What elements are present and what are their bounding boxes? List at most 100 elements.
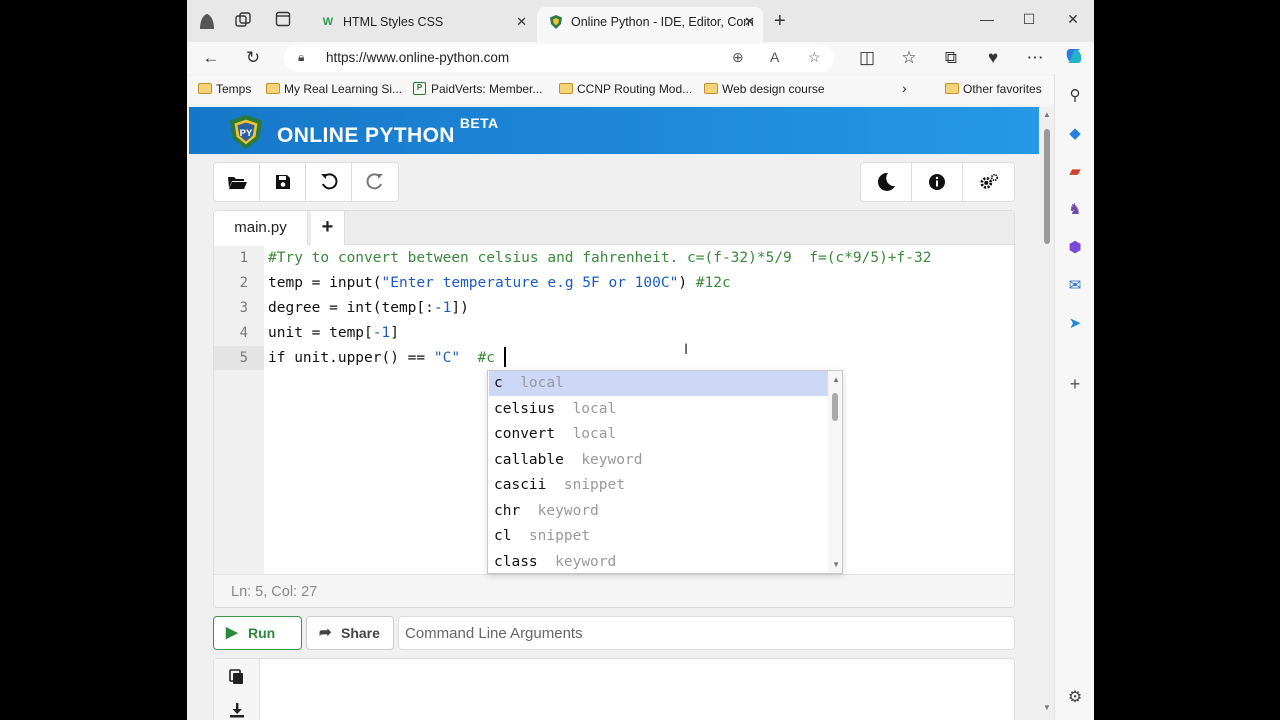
folder-icon [704, 83, 718, 94]
favorite-web-design[interactable]: Web design course [704, 82, 825, 96]
paidverts-icon: P [413, 82, 426, 95]
split-screen-icon[interactable]: ◫ [854, 46, 880, 70]
close-tab-icon[interactable]: ✕ [516, 7, 527, 37]
minimize-icon[interactable]: — [965, 6, 1009, 32]
undo-button[interactable] [306, 163, 352, 201]
info-button[interactable] [912, 163, 963, 201]
new-tab-icon[interactable]: + [774, 10, 786, 33]
favorite-paidverts[interactable]: P PaidVerts: Member... [413, 82, 542, 96]
copy-icon[interactable] [229, 669, 245, 685]
favorite-other[interactable]: Other favorites [945, 82, 1042, 96]
code-line-5[interactable]: if unit.upper() == "C" #c [268, 350, 495, 366]
text-cursor [504, 347, 506, 367]
scroll-up-arrow-icon[interactable]: ▲ [1043, 110, 1051, 119]
code-text: temp = input( [268, 275, 382, 291]
tab-main-py[interactable]: main.py [214, 211, 308, 245]
close-tab-icon[interactable]: ✕ [744, 7, 755, 37]
share-button[interactable]: ➦ Share [306, 616, 394, 650]
suggestion-kind: snippet [528, 528, 591, 544]
favorite-star-icon[interactable]: ☆ [808, 49, 821, 66]
page-scroll-thumb[interactable] [1044, 129, 1050, 244]
browser-essentials-icon[interactable]: ♥ [980, 46, 1006, 70]
tab-actions-icon[interactable] [273, 11, 293, 31]
page-scrollbar[interactable]: ▲ ▼ [1040, 107, 1054, 720]
line-gutter: 1 2 3 4 5 [214, 246, 264, 574]
collections-icon[interactable]: ⧉ [938, 46, 964, 70]
url-text[interactable]: https://www.online-python.com [326, 50, 509, 65]
autocomplete-item[interactable]: cl snippet [489, 524, 828, 549]
w3schools-icon: W [322, 16, 334, 28]
suggestion-name: convert [494, 426, 556, 442]
code-text: if unit.upper() == [268, 350, 434, 366]
copilot-icon[interactable] [1061, 46, 1087, 70]
more-menu-icon[interactable]: ⋯ [1022, 46, 1048, 70]
play-icon: ▶ [226, 624, 238, 641]
autocomplete-item[interactable]: callable keyword [489, 448, 828, 473]
read-aloud-icon[interactable]: A [770, 49, 779, 65]
code-text: degree = int(temp[: [268, 300, 434, 316]
add-sidebar-app-icon[interactable]: + [1065, 374, 1085, 394]
microsoft-365-icon[interactable]: ⬢ [1065, 238, 1085, 258]
back-icon[interactable]: ← [198, 46, 224, 70]
tools-briefcase-icon[interactable]: ▰ [1065, 162, 1085, 182]
editor-tabs: main.py + [214, 211, 1014, 245]
suggestion-name: callable [494, 451, 564, 468]
code-comment: #12c [695, 275, 731, 291]
code-string: "C" [433, 350, 461, 366]
favorites-icon[interactable]: ☆ [896, 46, 922, 70]
autocomplete-item[interactable]: class keyword [489, 550, 828, 574]
autocomplete-scrollbar[interactable]: ▲ ▼ [828, 371, 842, 573]
code-line-4[interactable]: unit = temp[-1] [268, 325, 399, 341]
favorites-overflow-chevron-icon[interactable]: › [902, 80, 907, 96]
download-icon[interactable] [229, 702, 245, 718]
refresh-icon[interactable]: ↻ [240, 46, 266, 70]
favorite-label: My Real Learning Si... [284, 82, 403, 96]
autocomplete-item[interactable]: celsius local [489, 397, 828, 422]
command-line-arguments-input[interactable] [398, 616, 1015, 650]
search-icon[interactable]: ⚲ [1065, 86, 1085, 106]
scroll-down-arrow-icon[interactable]: ▼ [832, 560, 840, 569]
outlook-icon[interactable]: ✉ [1065, 276, 1085, 296]
address-bar[interactable]: 🔒︎ https://www.online-python.com ⊕ A ☆ [284, 44, 834, 72]
workspaces-icon[interactable] [233, 11, 253, 31]
favorite-ccnp[interactable]: CCNP Routing Mod... [559, 82, 692, 96]
suggestion-name: cascii [494, 477, 547, 493]
games-icon[interactable]: ♞ [1065, 200, 1085, 220]
favorite-my-real-learning[interactable]: My Real Learning Si... [266, 82, 402, 96]
drop-send-icon[interactable]: ➤ [1065, 314, 1085, 334]
redo-button[interactable] [352, 163, 398, 201]
zoom-icon[interactable]: ⊕ [732, 49, 744, 66]
code-comment: #c [477, 350, 496, 366]
settings-button[interactable] [963, 163, 1014, 201]
code-comment: #Try to convert between celsius and fahr… [268, 250, 932, 266]
code-line-3[interactable]: degree = int(temp[:-1]) [268, 300, 469, 316]
tab-strip: W HTML Styles CSS ✕ Online Python - IDE,… [187, 0, 1094, 42]
dark-mode-button[interactable] [861, 163, 912, 201]
code-number: -1 [433, 300, 452, 316]
undo-icon [320, 173, 337, 190]
scroll-down-arrow-icon[interactable]: ▼ [1043, 703, 1051, 712]
autocomplete-item[interactable]: cascii snippet [489, 473, 828, 498]
maximize-icon[interactable]: ☐ [1007, 6, 1051, 32]
tab-online-python[interactable]: Online Python - IDE, Editor, Com ✕ [537, 7, 763, 42]
code-line-1[interactable]: #Try to convert between celsius and fahr… [268, 250, 931, 266]
autocomplete-item[interactable]: c local [489, 371, 828, 396]
profile-icon[interactable] [197, 11, 217, 31]
open-folder-button[interactable] [214, 163, 260, 201]
scroll-up-arrow-icon[interactable]: ▲ [832, 375, 840, 384]
tab-html-styles[interactable]: W HTML Styles CSS ✕ [309, 7, 535, 42]
save-button[interactable] [260, 163, 306, 201]
autocomplete-item[interactable]: convert local [489, 422, 828, 447]
suggestion-name: chr [494, 502, 521, 519]
run-button[interactable]: ▶ Run [213, 616, 302, 650]
shopping-tag-icon[interactable]: ◆ [1065, 124, 1085, 144]
autocomplete-scroll-thumb[interactable] [832, 393, 838, 421]
close-window-icon[interactable]: ✕ [1051, 6, 1094, 32]
autocomplete-item[interactable]: chr keyword [489, 499, 828, 524]
lock-icon[interactable]: 🔒︎ [298, 50, 304, 65]
suggestion-kind: keyword [555, 553, 617, 570]
add-file-button[interactable]: + [311, 211, 345, 245]
code-line-2[interactable]: temp = input("Enter temperature e.g 5F o… [268, 275, 731, 291]
favorite-temps[interactable]: Temps [198, 82, 251, 96]
sidebar-settings-gear-icon[interactable]: ⚙ [1065, 688, 1085, 708]
